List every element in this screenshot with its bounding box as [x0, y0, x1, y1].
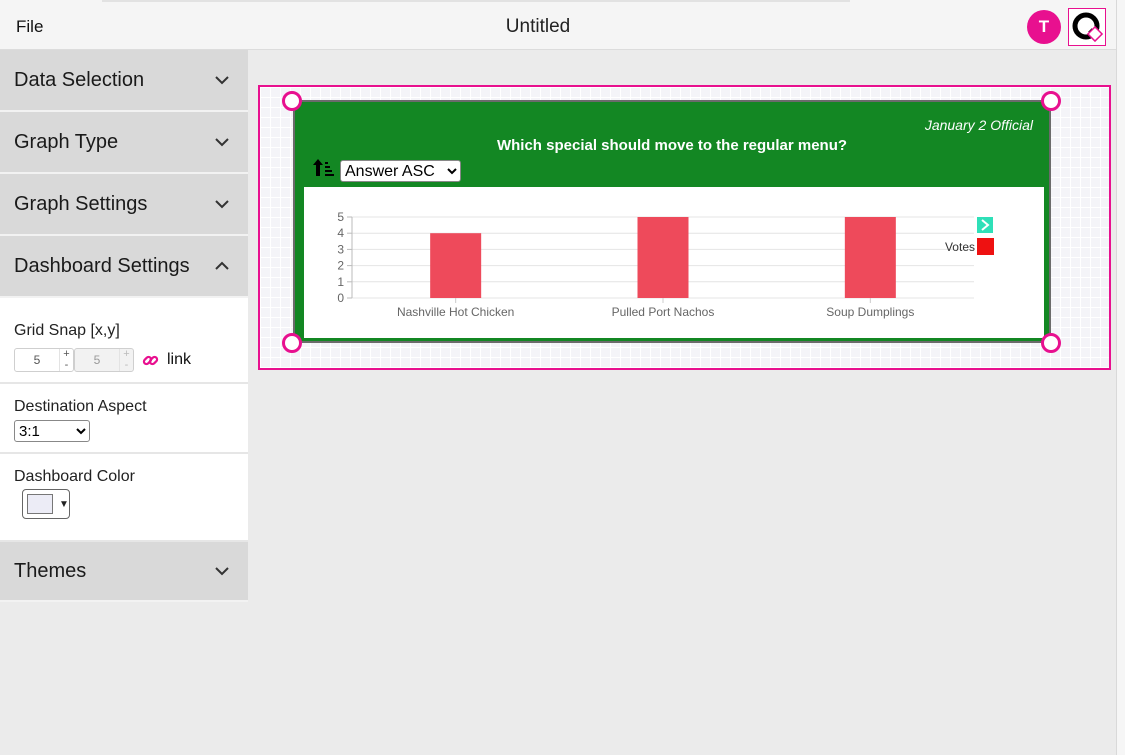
- y-tick-label: 4: [337, 226, 344, 240]
- grid-snap-x-input[interactable]: 5 + -: [14, 348, 74, 372]
- chevron-down-icon: [215, 567, 229, 576]
- top-divider: [102, 0, 850, 2]
- chart-widget[interactable]: January 2 Official Which special should …: [293, 100, 1051, 343]
- resize-handle-top-right[interactable]: [1041, 91, 1061, 111]
- link-label: link: [167, 351, 192, 368]
- top-bar: File Untitled T: [0, 0, 1116, 50]
- resize-handle-bottom-left[interactable]: [282, 333, 302, 353]
- sort-select[interactable]: Answer ASC: [340, 160, 461, 182]
- grid-snap-y-value: 5: [93, 353, 101, 367]
- legend-swatch: [977, 238, 994, 255]
- accordion-label: Graph Type: [14, 130, 119, 153]
- resize-handle-bottom-right[interactable]: [1041, 333, 1061, 353]
- y-tick-label: 3: [337, 242, 344, 256]
- sidebar: Data Selection Graph Type Graph Settings…: [0, 50, 248, 755]
- accordion-graph-type[interactable]: Graph Type: [0, 112, 248, 174]
- decrement-button[interactable]: -: [120, 360, 133, 371]
- accordion-label: Dashboard Settings: [14, 254, 190, 277]
- grid-snap-y-stepper[interactable]: + -: [119, 349, 133, 371]
- accordion-label: Graph Settings: [14, 192, 148, 215]
- dashboard-color-setting: Dashboard Color ▼: [0, 454, 248, 540]
- link-icon: [142, 355, 159, 365]
- accordion-dashboard-settings[interactable]: Dashboard Settings: [0, 236, 248, 298]
- link-toggle[interactable]: link: [142, 351, 191, 369]
- sort-ascending-icon[interactable]: [313, 159, 335, 177]
- decrement-button[interactable]: -: [60, 360, 73, 371]
- dropdown-arrow-icon: ▼: [59, 498, 69, 510]
- chevron-down-icon: [215, 138, 229, 147]
- grid-snap-label: Grid Snap [x,y]: [14, 322, 120, 339]
- widget-date-label: January 2 Official: [924, 117, 1033, 133]
- y-tick-label: 2: [337, 259, 344, 273]
- accordion-label: Data Selection: [14, 68, 145, 91]
- widget-question: Which special should move to the regular…: [496, 137, 848, 154]
- legend-toggle-icon: [977, 217, 993, 233]
- resize-handle-top-left[interactable]: [282, 91, 302, 111]
- chevron-down-icon: [215, 200, 229, 209]
- app-logo-icon[interactable]: [1068, 8, 1106, 46]
- x-tick-label: Pulled Port Nachos: [612, 305, 715, 319]
- accordion-graph-settings[interactable]: Graph Settings: [0, 174, 248, 236]
- color-swatch: [27, 494, 53, 514]
- dashboard-settings-panel: Grid Snap [x,y] 5 + - 5 + - link Destina…: [0, 298, 248, 540]
- dashboard-color-picker[interactable]: ▼: [22, 489, 70, 519]
- x-tick-label: Soup Dumplings: [826, 305, 914, 319]
- bar: [430, 233, 482, 298]
- destination-aspect-select[interactable]: 3:1: [14, 420, 90, 442]
- bar-chart: 0 1 2 3 4 5 Nashville Hot Chicken Pulled Port N…: [337, 210, 994, 319]
- bar: [637, 217, 689, 298]
- y-tick-label: 0: [337, 291, 344, 305]
- grid-snap-setting: Grid Snap [x,y] 5 + - 5 + - link: [0, 298, 248, 384]
- grid-snap-x-stepper[interactable]: + -: [59, 349, 73, 371]
- grid-snap-y-input[interactable]: 5 + -: [74, 348, 134, 372]
- destination-aspect-setting: Destination Aspect 3:1: [0, 384, 248, 454]
- y-tick-label: 1: [337, 275, 344, 289]
- document-title[interactable]: Untitled: [0, 16, 1076, 38]
- dashboard-color-label: Dashboard Color: [14, 468, 135, 485]
- y-tick-label: 5: [337, 210, 344, 224]
- scrollbar[interactable]: [1116, 0, 1125, 755]
- chart-area: 0 1 2 3 4 5 Nashville Hot Chicken Pulled Port N…: [304, 187, 1044, 338]
- chevron-up-icon: [215, 261, 229, 270]
- legend-label: Votes: [945, 240, 975, 254]
- user-avatar[interactable]: T: [1027, 10, 1061, 44]
- destination-aspect-label: Destination Aspect: [14, 398, 147, 415]
- grid-snap-x-value: 5: [33, 353, 41, 367]
- accordion-data-selection[interactable]: Data Selection: [0, 50, 248, 112]
- x-tick-label: Nashville Hot Chicken: [397, 305, 514, 319]
- accordion-themes[interactable]: Themes: [0, 540, 248, 602]
- bar: [844, 217, 896, 298]
- chevron-down-icon: [215, 76, 229, 85]
- accordion-label: Themes: [14, 559, 87, 582]
